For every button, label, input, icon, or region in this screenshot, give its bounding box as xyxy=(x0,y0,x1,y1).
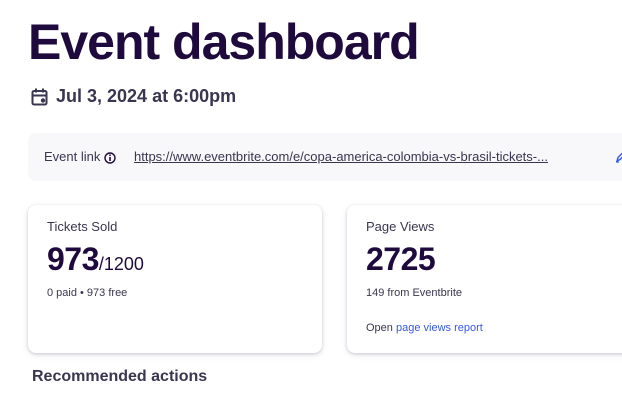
info-icon[interactable] xyxy=(104,151,117,164)
open-prefix: Open xyxy=(366,322,393,334)
event-link-label-group: Event link xyxy=(44,149,117,164)
event-date: Jul 3, 2024 at 6:00pm xyxy=(31,86,236,107)
page-views-card: Page Views 2725 149 from Eventbrite Open… xyxy=(347,205,622,353)
event-link-label: Event link xyxy=(44,149,101,164)
event-url-link[interactable]: https://www.eventbrite.com/e/copa-americ… xyxy=(134,149,602,164)
page-views-label: Page Views xyxy=(366,219,435,234)
page-views-source: 149 from Eventbrite xyxy=(366,287,462,299)
event-dashboard-page: Event dashboard Jul 3, 2024 at 6:00pm Ev… xyxy=(0,0,622,402)
calendar-icon xyxy=(31,88,48,105)
page-title: Event dashboard xyxy=(28,14,420,70)
tickets-sold-count: 973 xyxy=(47,241,99,277)
event-date-text: Jul 3, 2024 at 6:00pm xyxy=(56,86,237,106)
event-link-bar: Event link https://www.eventbrite.com/e/… xyxy=(28,133,622,181)
recommended-actions-heading: Recommended actions xyxy=(32,368,208,385)
tickets-total: /1200 xyxy=(98,254,144,274)
page-views-count: 2725 xyxy=(366,241,436,277)
tickets-sold-value: 973/1200 xyxy=(47,241,144,278)
page-views-value: 2725 xyxy=(366,241,436,278)
pencil-icon[interactable] xyxy=(615,149,622,163)
page-views-footer: Open page views report xyxy=(366,322,483,334)
tickets-breakdown: 0 paid • 973 free xyxy=(47,287,128,299)
page-views-report-link[interactable]: page views report xyxy=(396,322,483,334)
tickets-sold-label: Tickets Sold xyxy=(47,219,118,234)
tickets-sold-card: Tickets Sold 973/1200 0 paid • 973 free xyxy=(28,205,322,353)
